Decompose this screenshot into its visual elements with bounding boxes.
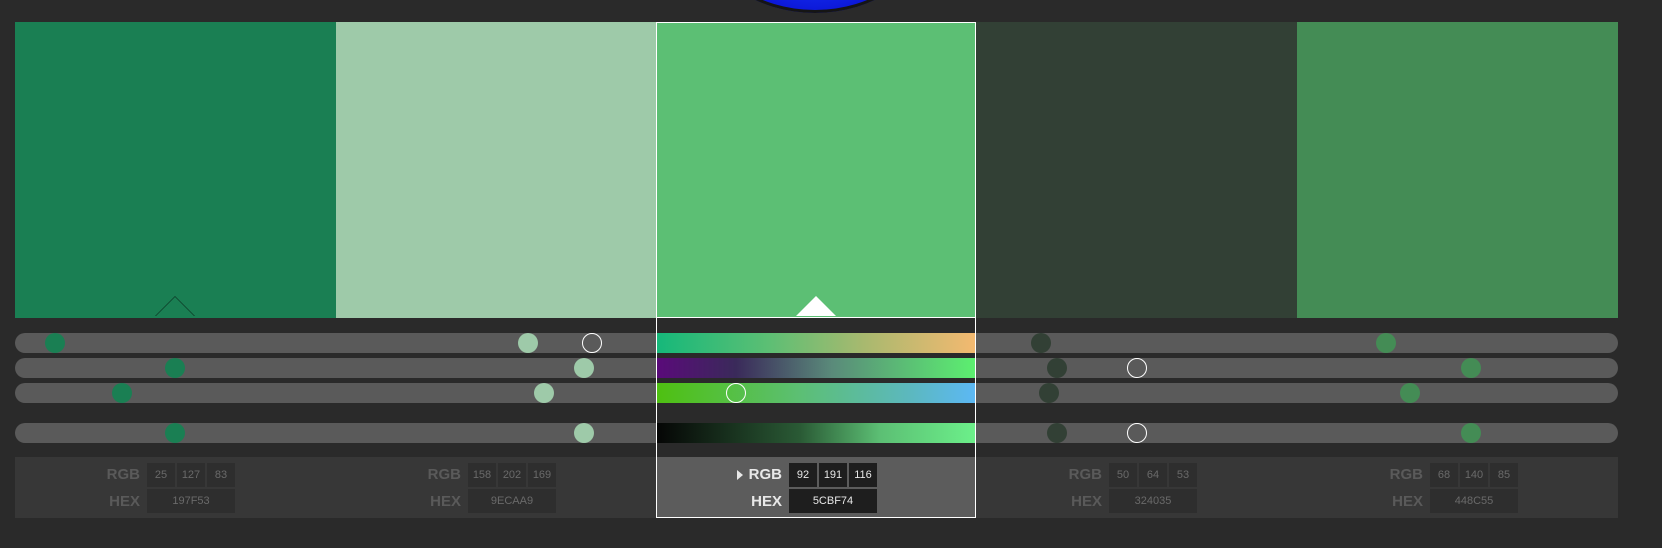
hex-value[interactable]: 448C55	[1430, 489, 1518, 513]
active-hue-gradient[interactable]	[656, 333, 976, 353]
g-value[interactable]: 64	[1139, 463, 1167, 487]
b-value[interactable]: 83	[207, 463, 235, 487]
brightness-slider-handle[interactable]	[1046, 423, 1067, 443]
r-value[interactable]: 50	[1109, 463, 1137, 487]
swatch-1[interactable]	[15, 22, 336, 318]
rgb-label: RGB	[1389, 466, 1423, 483]
hex-value[interactable]: 5CBF74	[789, 489, 877, 513]
swatch-2[interactable]	[336, 22, 656, 318]
saturation-slider-handle[interactable]	[1460, 358, 1481, 378]
hue-slider-handle[interactable]	[1375, 333, 1396, 353]
active-lightness-gradient[interactable]	[656, 383, 976, 403]
g-value[interactable]: 127	[177, 463, 205, 487]
swatch-5[interactable]	[1297, 22, 1618, 318]
hex-value[interactable]: 324035	[1109, 489, 1197, 513]
active-saturation-gradient[interactable]	[656, 358, 976, 378]
brightness-slider-handle[interactable]	[1127, 423, 1148, 443]
active-brightness-gradient[interactable]	[656, 423, 976, 443]
r-value[interactable]: 158	[468, 463, 496, 487]
swatch-3-active[interactable]	[656, 22, 976, 318]
g-value[interactable]: 202	[498, 463, 526, 487]
active-color-marker-icon	[796, 296, 836, 316]
brightness-slider-handle[interactable]	[574, 423, 595, 443]
lightness-slider-handle[interactable]	[1399, 383, 1420, 403]
b-value[interactable]: 169	[528, 463, 556, 487]
b-value[interactable]: 85	[1490, 463, 1518, 487]
base-color-marker-icon[interactable]	[155, 296, 195, 316]
hex-value[interactable]: 197F53	[147, 489, 235, 513]
r-value[interactable]: 68	[1430, 463, 1458, 487]
hex-label: HEX	[1071, 493, 1102, 510]
b-value[interactable]: 53	[1169, 463, 1197, 487]
r-value[interactable]: 25	[147, 463, 175, 487]
hex-value[interactable]: 9ECAA9	[468, 489, 556, 513]
lightness-slider-handle[interactable]	[1038, 383, 1059, 403]
saturation-slider-handle[interactable]	[1046, 358, 1067, 378]
b-value[interactable]: 116	[849, 463, 877, 487]
rgb-label: RGB	[427, 466, 461, 483]
r-value[interactable]: 92	[789, 463, 817, 487]
hue-slider-handle[interactable]	[517, 333, 538, 353]
hex-label: HEX	[109, 493, 140, 510]
rgb-label: RGB	[748, 466, 782, 483]
hue-slider-handle[interactable]	[1030, 333, 1051, 353]
lightness-slider-handle[interactable]	[533, 383, 554, 403]
rgb-label: RGB	[106, 466, 140, 483]
hex-label: HEX	[751, 493, 782, 510]
saturation-slider-handle[interactable]	[574, 358, 595, 378]
hue-slider-handle[interactable]	[582, 333, 603, 353]
g-value[interactable]: 191	[819, 463, 847, 487]
saturation-slider-handle[interactable]	[1127, 358, 1148, 378]
g-value[interactable]: 140	[1460, 463, 1488, 487]
hex-label: HEX	[1392, 493, 1423, 510]
hue-slider-handle[interactable]	[45, 333, 66, 353]
brightness-slider-handle[interactable]	[1460, 423, 1481, 443]
hex-label: HEX	[430, 493, 461, 510]
swatch-row	[15, 22, 1618, 318]
rgb-label: RGB	[1068, 466, 1102, 483]
swatch-4[interactable]	[976, 22, 1297, 318]
